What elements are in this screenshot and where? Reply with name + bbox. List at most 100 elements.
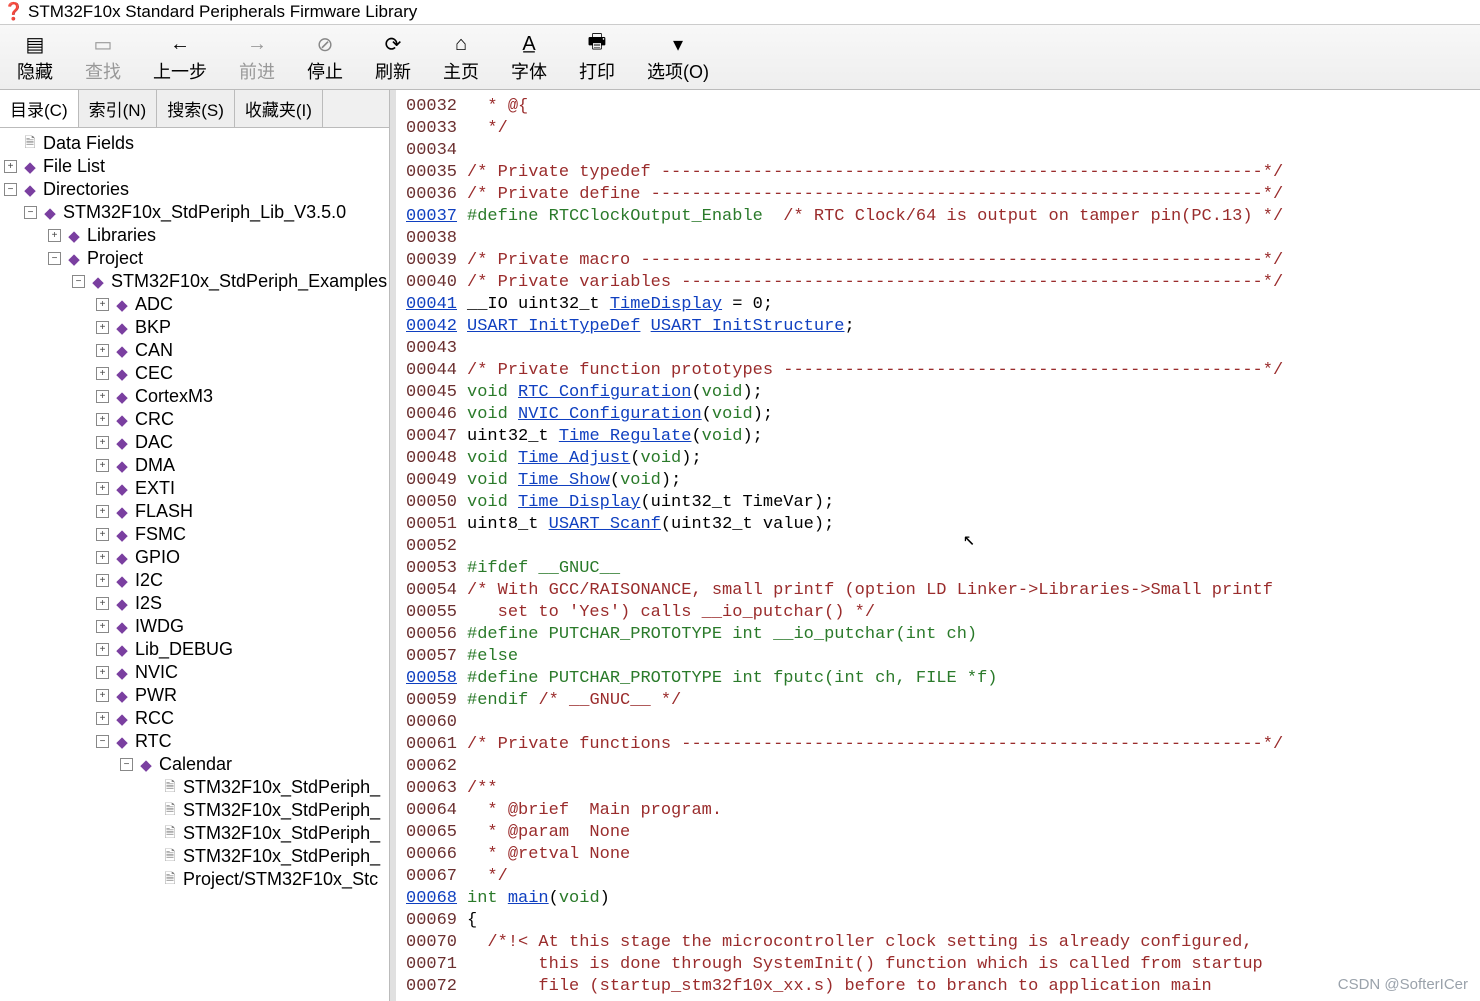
tb-forward[interactable]: → 前进 <box>224 29 290 87</box>
tab-index[interactable]: 索引(N) <box>79 90 158 127</box>
id-nvic-configuration[interactable]: NVIC_Configuration <box>518 405 702 424</box>
book-icon: ◆ <box>113 526 131 544</box>
expander-icon[interactable]: + <box>96 597 109 610</box>
id-time-display[interactable]: Time_Display <box>518 493 640 512</box>
tree-scroll[interactable]: 🗎Data Fields +◆File List −◆Directories −… <box>0 128 389 1001</box>
node-libraries[interactable]: +◆Libraries <box>0 224 389 247</box>
node-file4[interactable]: 🗎STM32F10x_StdPeriph_ <box>0 845 389 868</box>
expander-icon[interactable]: + <box>96 551 109 564</box>
lineno-link[interactable]: 00058 <box>406 669 457 688</box>
id-time-adjust[interactable]: Time_Adjust <box>518 449 630 468</box>
node-file3[interactable]: 🗎STM32F10x_StdPeriph_ <box>0 822 389 845</box>
tb-back[interactable]: ← 上一步 <box>138 29 222 87</box>
id-time-regulate[interactable]: Time_Regulate <box>559 427 692 446</box>
id-rtc-configuration[interactable]: RTC_Configuration <box>518 383 691 402</box>
node-file2[interactable]: 🗎STM32F10x_StdPeriph_ <box>0 799 389 822</box>
tab-search[interactable]: 搜索(S) <box>157 90 235 127</box>
node-cec[interactable]: +◆CEC <box>0 362 389 385</box>
tree: 🗎Data Fields +◆File List −◆Directories −… <box>0 128 389 895</box>
tb-hide[interactable]: ▤ 隐藏 <box>2 29 68 87</box>
node-i2s[interactable]: +◆I2S <box>0 592 389 615</box>
node-rcc[interactable]: +◆RCC <box>0 707 389 730</box>
code-line: __IO uint32_t TimeDisplay = 0; <box>467 294 1480 316</box>
node-file1[interactable]: 🗎STM32F10x_StdPeriph_ <box>0 776 389 799</box>
expander-icon[interactable]: − <box>120 758 133 771</box>
expander-icon[interactable]: + <box>96 367 109 380</box>
node-exti[interactable]: +◆EXTI <box>0 477 389 500</box>
tb-back-label: 上一步 <box>153 58 207 84</box>
lineno-link[interactable]: 00068 <box>406 889 457 908</box>
node-filelist[interactable]: +◆File List <box>0 155 389 178</box>
node-i2c[interactable]: +◆I2C <box>0 569 389 592</box>
expander-icon[interactable]: + <box>96 298 109 311</box>
id-usart-scanf[interactable]: USART_Scanf <box>549 515 661 534</box>
find-icon: ▭ <box>91 32 115 56</box>
expander-icon[interactable]: + <box>96 620 109 633</box>
node-dma[interactable]: +◆DMA <box>0 454 389 477</box>
node-file5[interactable]: 🗎Project/STM32F10x_Stc <box>0 868 389 891</box>
lineno-link[interactable]: 00041 <box>406 295 457 314</box>
node-datafields[interactable]: 🗎Data Fields <box>0 132 389 155</box>
expander-icon[interactable]: + <box>96 321 109 334</box>
expander-icon[interactable]: + <box>96 505 109 518</box>
node-examples[interactable]: −◆STM32F10x_StdPeriph_Examples <box>0 270 389 293</box>
id-timedisplay[interactable]: TimeDisplay <box>610 295 722 314</box>
expander-icon[interactable]: + <box>96 643 109 656</box>
tab-contents[interactable]: 目录(C) <box>0 90 79 127</box>
node-project[interactable]: −◆Project <box>0 247 389 270</box>
expander-icon[interactable]: − <box>4 183 17 196</box>
expander-icon[interactable]: + <box>96 344 109 357</box>
expander-icon[interactable]: − <box>96 735 109 748</box>
expander-icon[interactable]: + <box>48 229 61 242</box>
book-icon: ◆ <box>113 733 131 751</box>
node-flash[interactable]: +◆FLASH <box>0 500 389 523</box>
id-usart-inittypedef[interactable]: USART_InitTypeDef <box>467 317 640 336</box>
lineno-link[interactable]: 00037 <box>406 207 457 226</box>
expander-icon[interactable]: + <box>96 459 109 472</box>
node-lib[interactable]: −◆STM32F10x_StdPeriph_Lib_V3.5.0 <box>0 201 389 224</box>
node-iwdg[interactable]: +◆IWDG <box>0 615 389 638</box>
node-gpio[interactable]: +◆GPIO <box>0 546 389 569</box>
node-can[interactable]: +◆CAN <box>0 339 389 362</box>
expander-icon[interactable]: − <box>48 252 61 265</box>
node-dac[interactable]: +◆DAC <box>0 431 389 454</box>
tb-options[interactable]: ▾ 选项(O) <box>632 29 724 87</box>
expander-icon[interactable]: − <box>72 275 85 288</box>
node-adc[interactable]: +◆ADC <box>0 293 389 316</box>
code-line: this is done through SystemInit() functi… <box>467 954 1480 976</box>
node-directories[interactable]: −◆Directories <box>0 178 389 201</box>
tb-print[interactable]: 🖶 打印 <box>564 29 630 87</box>
tab-favorites[interactable]: 收藏夹(I) <box>235 90 323 127</box>
expander-icon[interactable]: − <box>24 206 37 219</box>
node-calendar[interactable]: −◆Calendar <box>0 753 389 776</box>
tb-font[interactable]: A̲ 字体 <box>496 29 562 87</box>
id-time-show[interactable]: Time_Show <box>518 471 610 490</box>
expander-icon[interactable]: + <box>96 482 109 495</box>
tb-find[interactable]: ▭ 查找 <box>70 29 136 87</box>
expander-icon[interactable]: + <box>96 413 109 426</box>
expander-icon[interactable]: + <box>96 712 109 725</box>
expander-icon[interactable]: + <box>96 666 109 679</box>
title-text: STM32F10x Standard Peripherals Firmware … <box>28 2 417 22</box>
expander-icon[interactable]: + <box>96 528 109 541</box>
expander-icon[interactable]: + <box>96 689 109 702</box>
id-usart-initstructure[interactable]: USART_InitStructure <box>651 317 845 336</box>
id-main[interactable]: main <box>508 889 549 908</box>
node-crc[interactable]: +◆CRC <box>0 408 389 431</box>
tb-home[interactable]: ⌂ 主页 <box>428 29 494 87</box>
node-nvic[interactable]: +◆NVIC <box>0 661 389 684</box>
tb-refresh[interactable]: ⟳ 刷新 <box>360 29 426 87</box>
tb-stop[interactable]: ⊘ 停止 <box>292 29 358 87</box>
node-pwr[interactable]: +◆PWR <box>0 684 389 707</box>
node-bkp[interactable]: +◆BKP <box>0 316 389 339</box>
node-fsmc[interactable]: +◆FSMC <box>0 523 389 546</box>
node-libdebug[interactable]: +◆Lib_DEBUG <box>0 638 389 661</box>
expander-icon[interactable]: + <box>96 574 109 587</box>
expander-icon[interactable]: + <box>96 390 109 403</box>
expander-icon[interactable]: + <box>4 160 17 173</box>
node-rtc[interactable]: −◆RTC <box>0 730 389 753</box>
tb-stop-label: 停止 <box>307 58 343 84</box>
lineno-link[interactable]: 00042 <box>406 317 457 336</box>
node-cortexm3[interactable]: +◆CortexM3 <box>0 385 389 408</box>
expander-icon[interactable]: + <box>96 436 109 449</box>
